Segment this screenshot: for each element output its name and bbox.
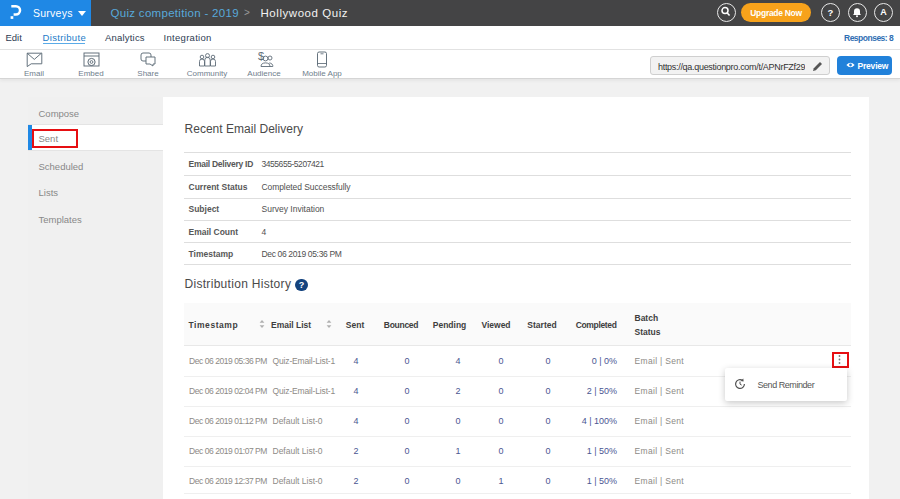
svg-text:$: $ bbox=[258, 51, 264, 62]
